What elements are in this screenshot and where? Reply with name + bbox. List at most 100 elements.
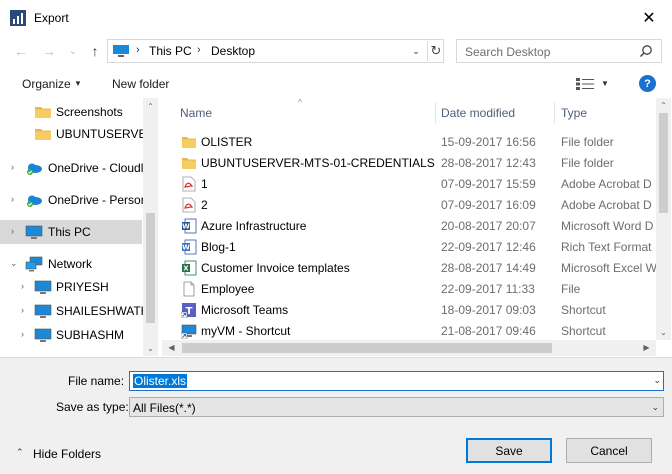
cancel-button[interactable]: Cancel (566, 438, 652, 463)
scrollbar-thumb[interactable] (182, 343, 552, 353)
help-button[interactable]: ? (639, 75, 656, 92)
nav-item-shaileshwath[interactable]: › SHAILESHWATH (0, 300, 149, 322)
column-header-date-modified[interactable]: Date modified (441, 106, 515, 120)
scroll-up-icon[interactable]: ⌃ (656, 98, 671, 113)
address-dropdown-button[interactable]: ⌄ (408, 44, 424, 58)
close-icon: ✕ (642, 10, 656, 27)
file-date-modified: 18-09-2017 09:03 (441, 303, 536, 317)
file-row[interactable]: 1 07-09-2017 15:59 Adobe Acrobat D (162, 173, 656, 194)
svg-text:W: W (182, 223, 190, 231)
file-date-modified: 28-08-2017 14:49 (441, 261, 536, 275)
save-as-type-label: Save as type: (56, 400, 129, 414)
scroll-left-icon[interactable]: ◀ (164, 340, 179, 355)
file-row[interactable]: X Customer Invoice templates 28-08-2017 … (162, 257, 657, 278)
cancel-button-label: Cancel (590, 443, 628, 458)
refresh-button[interactable]: ↻ (427, 41, 444, 61)
address-bar[interactable]: › This PC › Desktop ⌄ ↻ (107, 39, 444, 63)
file-type: Shortcut (561, 324, 606, 338)
save-as-type-select[interactable]: All Files(*.*) ⌄ (129, 397, 664, 417)
nav-item-screenshots[interactable]: Screenshots (0, 101, 142, 123)
file-name: OLISTER (201, 135, 253, 149)
nav-item-label: Screenshots (56, 105, 123, 119)
file-row[interactable]: W Azure Infrastructure 20-08-2017 20:07 … (162, 215, 656, 236)
file-row[interactable]: myVM - Shortcut 21-08-2017 09:46 Shortcu… (162, 320, 656, 341)
onedrive-icon (27, 195, 42, 207)
expand-icon[interactable]: › (11, 194, 14, 204)
expand-icon[interactable]: › (21, 305, 24, 315)
nav-item-subhashm[interactable]: › SUBHASHM (0, 324, 142, 346)
file-row[interactable]: T Microsoft Teams 18-09-2017 09:03 Short… (162, 299, 656, 320)
forward-button[interactable]: → (38, 41, 60, 61)
file-row[interactable]: 2 07-09-2017 16:09 Adobe Acrobat D (162, 194, 656, 215)
file-name-input[interactable]: Olister.xls ⌄ (129, 371, 664, 391)
scroll-down-icon[interactable]: ⌄ (143, 342, 158, 354)
search-input[interactable]: Search Desktop (465, 45, 550, 59)
file-name-value[interactable]: Olister.xls (133, 374, 188, 388)
file-list-horizontal-scrollbar[interactable]: ◀ ▶ (162, 340, 656, 356)
save-button[interactable]: Save (466, 438, 552, 463)
computer-icon (25, 225, 43, 239)
save-options-panel: File name: Olister.xls ⌄ Save as type: A… (0, 357, 672, 474)
folder-icon (35, 107, 51, 118)
breadcrumb-desktop[interactable]: Desktop (211, 44, 255, 58)
view-dropdown-icon[interactable]: ▼ (601, 79, 609, 88)
chevron-up-icon[interactable]: ⌃ (16, 447, 24, 458)
column-divider[interactable] (435, 102, 436, 124)
close-button[interactable]: ✕ (626, 0, 672, 36)
recent-locations-button[interactable]: ⌄ (62, 41, 84, 61)
file-name: myVM - Shortcut (201, 324, 291, 338)
column-header-name[interactable]: Name (180, 106, 212, 120)
file-type: Adobe Acrobat D (561, 177, 652, 191)
up-button[interactable]: ↑ (84, 41, 106, 61)
back-button[interactable]: ← (10, 41, 32, 61)
new-folder-button[interactable]: New folder (112, 77, 169, 91)
hide-folders-button[interactable]: Hide Folders (33, 447, 101, 461)
svg-text:X: X (183, 265, 189, 273)
breadcrumb-separator: › (136, 44, 140, 56)
nav-item-this-pc[interactable]: › This PC (0, 220, 142, 244)
scroll-right-icon[interactable]: ▶ (639, 340, 654, 355)
scrollbar-thumb[interactable] (659, 113, 668, 213)
nav-item-onedrive-personal[interactable]: › OneDrive - Person (0, 189, 147, 211)
file-date-modified: 28-08-2017 12:43 (441, 156, 536, 170)
chevron-down-icon[interactable]: ⌄ (651, 402, 659, 413)
file-name: Azure Infrastructure (201, 219, 307, 233)
file-date-modified: 22-09-2017 11:33 (441, 282, 535, 296)
scrollbar-thumb[interactable] (146, 213, 155, 323)
network-icon (25, 256, 43, 272)
nav-item-priyesh[interactable]: › PRIYESH (0, 276, 142, 298)
file-type: File (561, 282, 581, 296)
organize-button[interactable]: Organize (22, 77, 71, 91)
nav-item-ubuntuserver[interactable]: UBUNTUSERVER (0, 123, 155, 145)
expand-icon[interactable]: › (11, 226, 14, 236)
expand-icon[interactable]: › (21, 329, 24, 339)
expand-icon[interactable]: › (21, 281, 24, 291)
file-list-vertical-scrollbar[interactable]: ⌃ ⌄ (656, 98, 671, 340)
refresh-icon: ↻ (430, 43, 442, 58)
title-bar: Export ✕ (0, 0, 672, 36)
folder-icon (182, 137, 196, 148)
column-header-type[interactable]: Type (561, 106, 587, 120)
computer-icon (34, 280, 52, 294)
search-box[interactable]: Search Desktop (456, 39, 662, 63)
collapse-icon[interactable]: ⌄ (10, 258, 18, 269)
nav-item-network[interactable]: ⌄ Network (0, 253, 142, 275)
scroll-up-icon[interactable]: ⌃ (143, 100, 158, 112)
file-row[interactable]: W Blog-1 22-09-2017 12:46 Rich Text Form… (162, 236, 656, 257)
navigation-pane-scrollbar[interactable]: ⌃ ⌄ (143, 98, 158, 356)
file-row[interactable]: UBUNTUSERVER-MTS-01-CREDENTIALS 28-08-20… (162, 152, 656, 173)
scroll-down-icon[interactable]: ⌄ (656, 325, 671, 340)
organize-dropdown-icon[interactable]: ▼ (74, 79, 82, 88)
file-row[interactable]: OLISTER 15-09-2017 16:56 File folder (162, 131, 656, 152)
chevron-down-icon[interactable]: ⌄ (653, 375, 661, 386)
breadcrumb-this-pc[interactable]: This PC (149, 44, 192, 58)
nav-item-label: UBUNTUSERVER (56, 127, 156, 141)
chevron-down-icon: ⌄ (412, 45, 420, 56)
nav-item-onedrive-cloud[interactable]: › OneDrive - Cloudl (0, 157, 143, 179)
view-details-icon[interactable] (576, 78, 594, 90)
column-divider[interactable] (554, 102, 555, 124)
window-title: Export (34, 11, 69, 25)
file-name-label: File name: (68, 374, 125, 388)
expand-icon[interactable]: › (11, 162, 14, 172)
file-row[interactable]: Employee 22-09-2017 11:33 File (162, 278, 656, 299)
